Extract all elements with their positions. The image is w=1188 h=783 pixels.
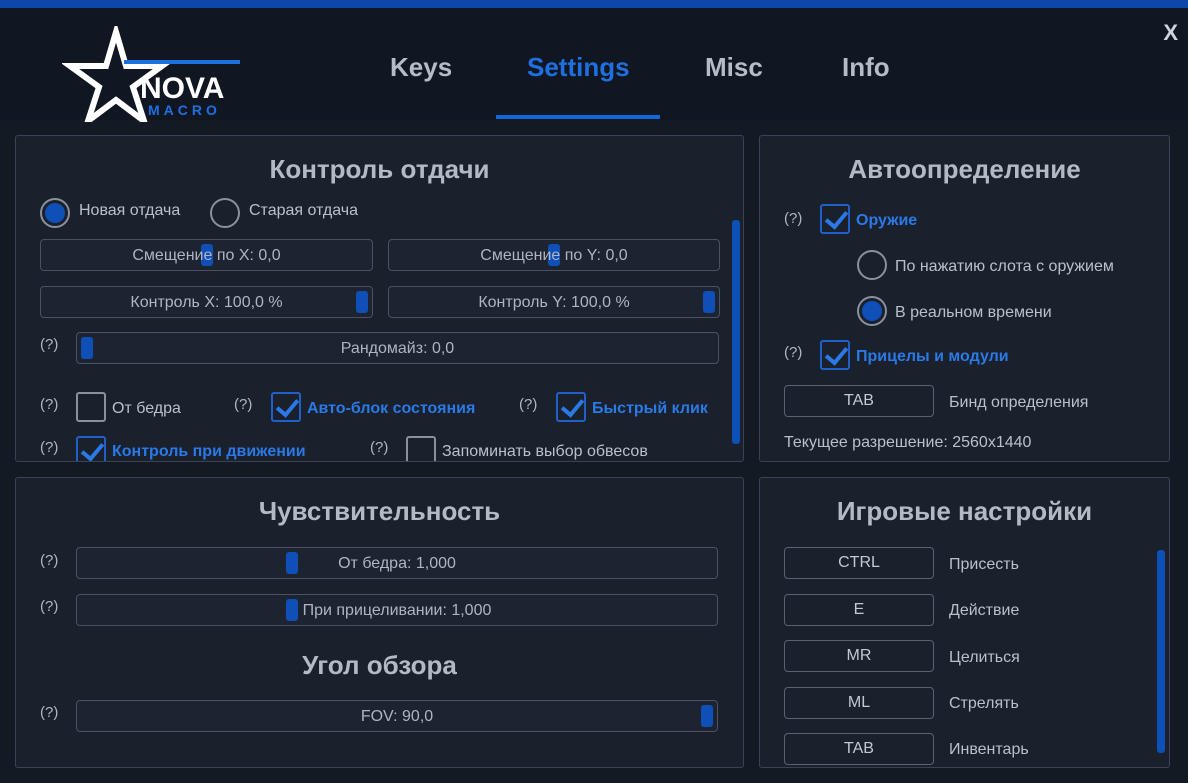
move-control-label: Контроль при движении xyxy=(112,443,306,460)
remember-attachments-label: Запоминать выбор обвесов xyxy=(442,443,648,460)
scopes-label: Прицелы и модули xyxy=(856,348,1009,365)
sensitivity-title: Чувствительность xyxy=(258,496,501,526)
randomize-slider[interactable]: Рандомайз: 0,0 xyxy=(76,332,719,364)
bind-action-aim: Целиться xyxy=(949,649,1020,666)
fast-click-label: Быстрый клик xyxy=(592,400,708,417)
help-randomize[interactable]: (?) xyxy=(40,336,58,353)
auto-block-label: Авто-блок состояния xyxy=(307,400,476,417)
logo-subtext: MACRO xyxy=(148,102,221,118)
bind-key-inventory[interactable]: TAB xyxy=(784,733,934,765)
game-settings-panel: Игровые настройки CTRL Присесть E Действ… xyxy=(759,477,1170,768)
close-button[interactable]: X xyxy=(1163,20,1178,46)
scopes-checkbox[interactable] xyxy=(820,340,850,370)
bind-key-shoot[interactable]: ML xyxy=(784,687,934,719)
help-fov[interactable]: (?) xyxy=(40,704,58,721)
help-sens-ads[interactable]: (?) xyxy=(40,598,58,615)
sens-ads-text: При прицеливании: 1,000 xyxy=(302,602,492,619)
radio-realtime[interactable] xyxy=(857,296,887,326)
label-old-recoil: Старая отдача xyxy=(249,202,358,219)
fast-click-checkbox[interactable] xyxy=(556,392,586,422)
autodetect-title: Автоопределение xyxy=(848,154,1081,184)
help-scopes[interactable]: (?) xyxy=(784,344,802,361)
recoil-panel: Контроль отдачи Новая отдача Старая отда… xyxy=(15,135,744,462)
help-sens-hip[interactable]: (?) xyxy=(40,552,58,569)
nova-macro-logo: NOVA MACRO xyxy=(62,26,240,122)
bind-action-crouch: Присесть xyxy=(949,556,1019,573)
bind-key-aim[interactable]: MR xyxy=(784,640,934,672)
help-fast-click[interactable]: (?) xyxy=(519,396,537,413)
bind-detect-key[interactable]: TAB xyxy=(784,385,934,417)
active-tab-indicator xyxy=(496,115,660,119)
hipfire-label: От бедра xyxy=(112,400,181,417)
hipfire-checkbox[interactable] xyxy=(76,392,106,422)
help-move-control[interactable]: (?) xyxy=(40,439,58,456)
control-y-text: Контроль Y: 100,0 % xyxy=(478,294,630,311)
label-new-recoil: Новая отдача xyxy=(79,202,181,219)
move-control-checkbox[interactable] xyxy=(76,436,106,461)
radio-old-recoil[interactable] xyxy=(210,198,240,228)
recoil-scrollbar[interactable] xyxy=(732,220,740,444)
offset-x-text: Смещение по X: 0,0 xyxy=(132,247,281,264)
bind-key-crouch[interactable]: CTRL xyxy=(784,547,934,579)
fov-text: FOV: 90,0 xyxy=(360,708,434,725)
help-weapon[interactable]: (?) xyxy=(784,210,802,227)
weapon-label: Оружие xyxy=(856,212,918,229)
label-on-slot: По нажатию слота с оружием xyxy=(895,258,1114,275)
sensitivity-panel: Чувствительность (?) От бедра: 1,000 (?)… xyxy=(15,477,744,768)
top-accent-bar xyxy=(0,0,1188,8)
tab-keys[interactable]: Keys xyxy=(390,52,452,83)
logo-text: NOVA xyxy=(140,72,224,105)
bind-action-shoot: Стрелять xyxy=(949,695,1019,712)
help-remember-attachments[interactable]: (?) xyxy=(370,439,388,456)
autodetect-panel: Автоопределение (?) Оружие По нажатию сл… xyxy=(759,135,1170,462)
radio-new-recoil[interactable] xyxy=(40,198,70,228)
tab-settings[interactable]: Settings xyxy=(527,52,630,83)
sens-hip-slider[interactable]: От бедра: 1,000 xyxy=(76,547,718,579)
weapon-checkbox[interactable] xyxy=(820,204,850,234)
radio-on-slot[interactable] xyxy=(857,250,887,280)
control-x-slider[interactable]: Контроль X: 100,0 % xyxy=(40,286,373,318)
recoil-title: Контроль отдачи xyxy=(269,154,490,184)
bind-key-action[interactable]: E xyxy=(784,594,934,626)
control-x-text: Контроль X: 100,0 % xyxy=(130,294,283,311)
randomize-text: Рандомайз: 0,0 xyxy=(340,340,455,357)
label-realtime: В реальном времени xyxy=(895,304,1052,321)
remember-attachments-checkbox[interactable] xyxy=(406,436,436,461)
offset-y-text: Смещение по Y: 0,0 xyxy=(480,247,628,264)
game-settings-scrollbar[interactable] xyxy=(1157,550,1165,753)
fov-slider[interactable]: FOV: 90,0 xyxy=(76,700,718,732)
bind-action-action: Действие xyxy=(949,602,1020,619)
offset-y-slider[interactable]: Смещение по Y: 0,0 xyxy=(388,239,720,271)
header: NOVA MACRO Keys Settings Misc Info X xyxy=(0,8,1188,122)
control-y-slider[interactable]: Контроль Y: 100,0 % xyxy=(388,286,720,318)
sens-ads-slider[interactable]: При прицеливании: 1,000 xyxy=(76,594,718,626)
offset-x-slider[interactable]: Смещение по X: 0,0 xyxy=(40,239,373,271)
bind-action-inventory: Инвентарь xyxy=(949,741,1029,758)
sens-hip-text: От бедра: 1,000 xyxy=(338,555,456,572)
auto-block-checkbox[interactable] xyxy=(271,392,301,422)
fov-title: Угол обзора xyxy=(302,650,457,680)
bind-detect-label: Бинд определения xyxy=(949,394,1089,411)
tab-info[interactable]: Info xyxy=(842,52,890,83)
help-hipfire[interactable]: (?) xyxy=(40,396,58,413)
current-resolution: Текущее разрешение: 2560x1440 xyxy=(784,434,1032,451)
game-settings-title: Игровые настройки xyxy=(836,496,1093,526)
tab-misc[interactable]: Misc xyxy=(705,52,763,83)
help-auto-block[interactable]: (?) xyxy=(234,396,252,413)
